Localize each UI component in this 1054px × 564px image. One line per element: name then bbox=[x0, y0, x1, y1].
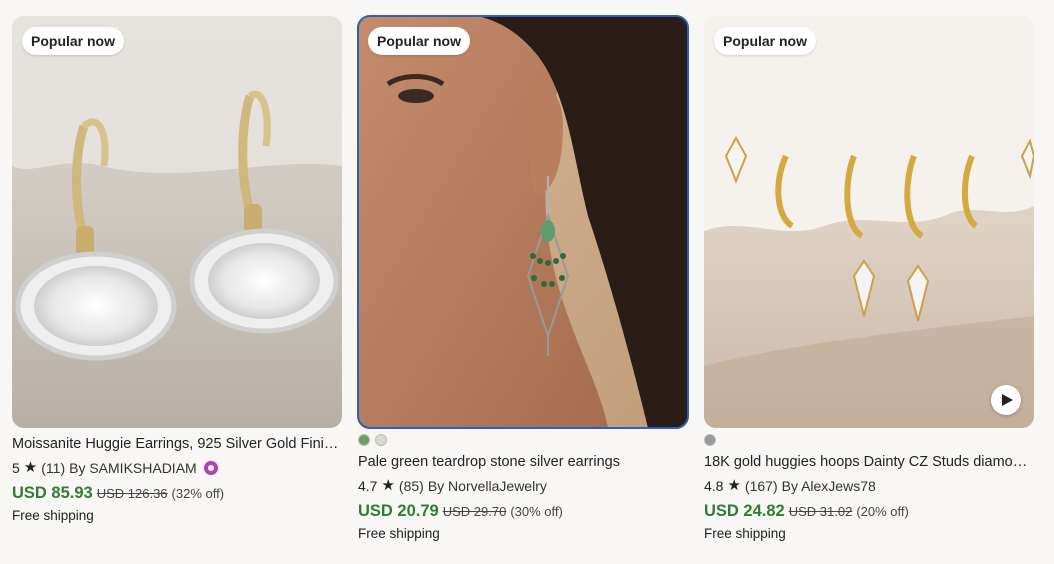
product-title[interactable]: 18K gold huggies hoops Dainty CZ Studs d… bbox=[704, 452, 1034, 472]
rating-value: 5 bbox=[12, 460, 20, 476]
shipping-info: Free shipping bbox=[358, 526, 440, 541]
product-card[interactable]: Popular now 18K gold huggies hoops Daint… bbox=[704, 16, 1034, 544]
shipping-info: Free shipping bbox=[12, 508, 94, 523]
original-price: USD 126.36 bbox=[96, 486, 168, 501]
model-photo bbox=[358, 16, 688, 428]
popular-now-badge: Popular now bbox=[22, 27, 124, 55]
swatch-silver[interactable] bbox=[375, 434, 387, 446]
popular-now-badge: Popular now bbox=[714, 27, 816, 55]
rating-row: 4.7 ★ (85) By NorvellaJewelry bbox=[358, 476, 688, 496]
star-seller-badge-icon bbox=[203, 461, 218, 475]
sale-price: USD 85.93 bbox=[12, 484, 93, 502]
rating-value: 4.7 bbox=[358, 478, 378, 494]
discount: (30% off) bbox=[510, 504, 563, 519]
rating-row: 5 ★ (11) By SAMIKSHADIAM bbox=[12, 458, 342, 478]
huggies-photo bbox=[704, 16, 1034, 428]
review-count: (85) bbox=[398, 478, 424, 494]
star-icon: ★ bbox=[23, 459, 38, 476]
product-title[interactable]: Pale green teardrop stone silver earring… bbox=[358, 452, 688, 472]
product-image[interactable]: Popular now bbox=[704, 16, 1034, 428]
sale-price: USD 24.82 bbox=[704, 502, 785, 520]
review-count: (167) bbox=[744, 478, 778, 494]
shipping-info: Free shipping bbox=[704, 526, 786, 541]
star-icon: ★ bbox=[727, 477, 741, 494]
product-title[interactable]: Moissanite Huggie Earrings, 925 Silver G… bbox=[12, 434, 342, 454]
original-price: USD 29.70 bbox=[442, 504, 507, 519]
earrings-photo bbox=[12, 16, 342, 428]
color-swatches bbox=[704, 434, 1034, 446]
rating-value: 4.8 bbox=[704, 478, 724, 494]
swatch-gray[interactable] bbox=[704, 434, 716, 446]
shop-name[interactable]: By AlexJews78 bbox=[782, 476, 876, 496]
price-row: USD 20.79 USD 29.70 (30% off) bbox=[358, 500, 688, 523]
popular-now-badge: Popular now bbox=[368, 27, 470, 55]
price-row: USD 24.82 USD 31.02 (20% off) bbox=[704, 500, 1034, 523]
shop-name[interactable]: By SAMIKSHADIAM bbox=[69, 458, 197, 478]
star-icon: ★ bbox=[381, 477, 395, 494]
product-card[interactable]: Popular now Moissanite Huggie Earrings, … bbox=[12, 16, 342, 526]
play-icon[interactable] bbox=[991, 385, 1021, 415]
color-swatches bbox=[358, 434, 688, 446]
swatch-green[interactable] bbox=[358, 434, 370, 446]
discount: (20% off) bbox=[856, 504, 909, 519]
price-row: USD 85.93 USD 126.36 (32% off) bbox=[12, 482, 342, 505]
product-image[interactable]: Popular now bbox=[12, 16, 342, 428]
discount: (32% off) bbox=[171, 486, 225, 501]
rating-row: 4.8 ★ (167) By AlexJews78 bbox=[704, 476, 1034, 496]
product-image[interactable]: Popular now bbox=[357, 15, 689, 429]
original-price: USD 31.02 bbox=[788, 504, 853, 519]
sale-price: USD 20.79 bbox=[358, 502, 439, 520]
product-card[interactable]: Popular now Pale green teardrop stone si… bbox=[357, 15, 689, 544]
shop-name[interactable]: By NorvellaJewelry bbox=[428, 476, 547, 496]
review-count: (11) bbox=[41, 460, 66, 476]
